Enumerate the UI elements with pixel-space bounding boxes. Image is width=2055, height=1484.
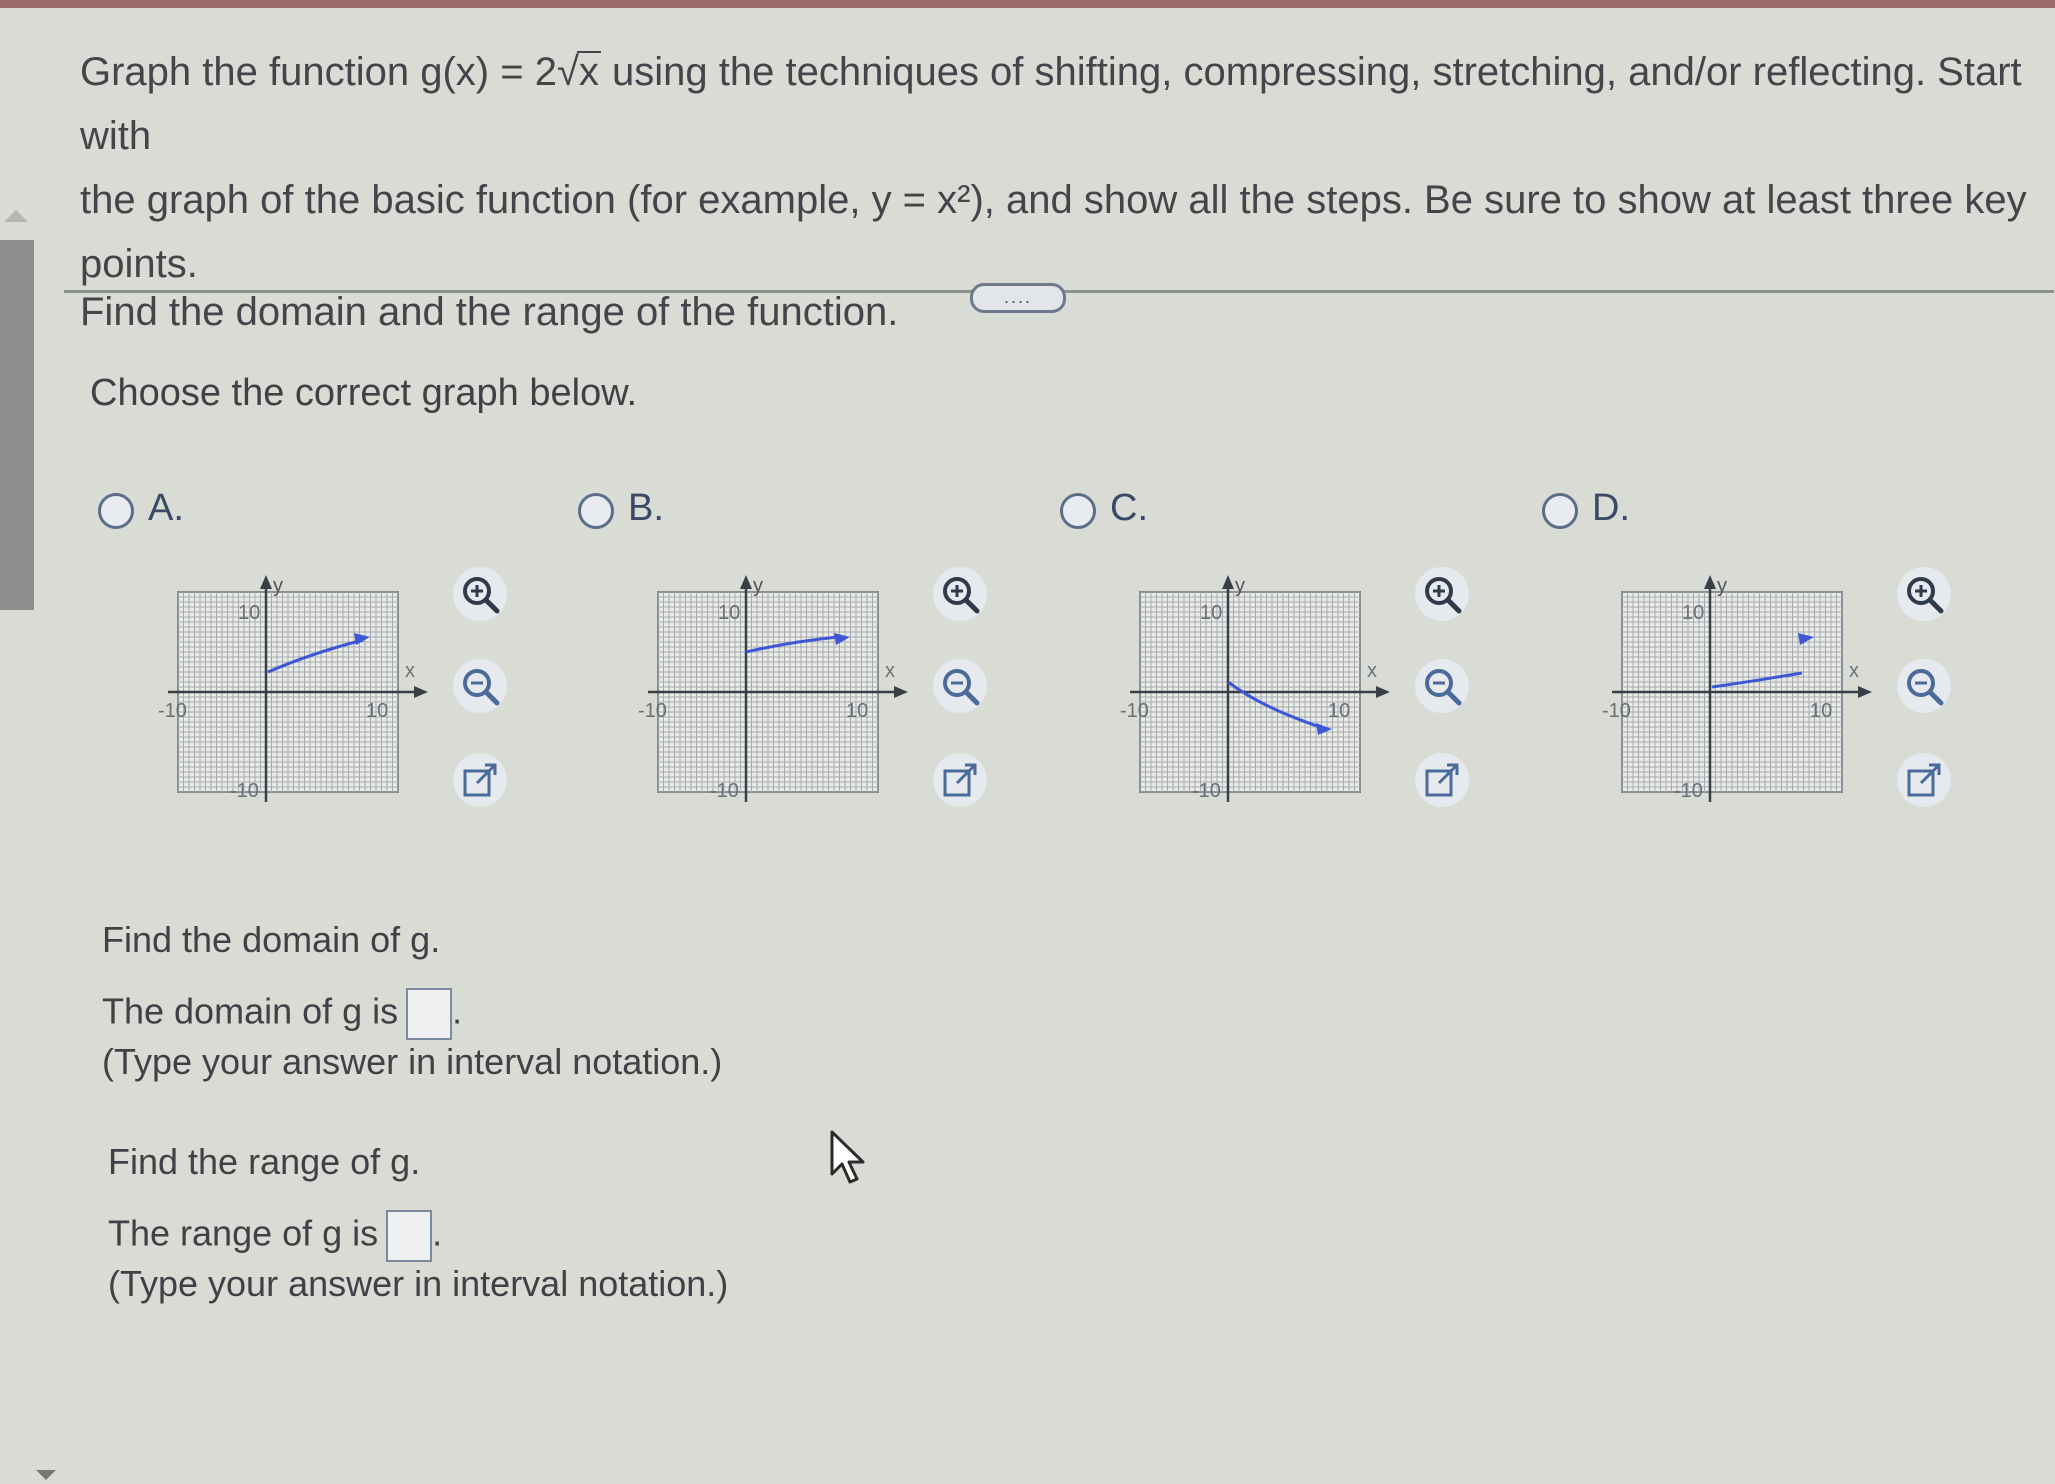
- zoom-in-icon[interactable]: [933, 567, 987, 621]
- range-text: The range of g is: [108, 1212, 379, 1254]
- domain-heading: Find the domain of g.: [102, 919, 441, 960]
- range-section: Find the range of g. The range of g is. …: [108, 1141, 729, 1304]
- domain-hint: (Type your answer in interval notation.): [102, 1041, 723, 1082]
- open-new-window-icon[interactable]: [1415, 753, 1469, 807]
- graph-tools: [1897, 567, 1957, 827]
- question-line2: the graph of the basic function (for exa…: [80, 178, 2027, 286]
- x-tick-left: -10: [158, 700, 187, 722]
- sqrt-icon: √: [556, 50, 579, 94]
- range-hint: (Type your answer in interval notation.): [108, 1263, 729, 1304]
- graph-b: y 10 -10 x 10 -10: [638, 567, 938, 827]
- y-tick-bottom: -10: [1674, 780, 1703, 802]
- zoom-out-icon[interactable]: [1415, 659, 1469, 713]
- y-tick-bottom: -10: [710, 780, 739, 802]
- y-tick-top: 10: [1200, 602, 1222, 624]
- range-answer-input[interactable]: [386, 1210, 433, 1262]
- y-tick-top: 10: [1682, 602, 1704, 624]
- graph-d: y 10 -10 x 10 -10: [1602, 567, 1902, 827]
- x-tick-left: -10: [1602, 700, 1631, 722]
- option-label: C.: [1110, 487, 1148, 529]
- radio-icon[interactable]: [1542, 493, 1578, 529]
- radio-icon[interactable]: [98, 493, 134, 529]
- option-a[interactable]: A. y 10 -10 x 10 -10: [98, 487, 518, 847]
- domain-text: The domain of g is: [102, 990, 399, 1032]
- x-axis-label: x: [1367, 660, 1377, 682]
- zoom-in-icon[interactable]: [1415, 567, 1469, 621]
- y-tick-bottom: -10: [1192, 780, 1221, 802]
- open-new-window-icon[interactable]: [933, 753, 987, 807]
- option-label: B.: [628, 487, 664, 529]
- zoom-in-icon[interactable]: [453, 567, 507, 621]
- graph-a: y 10 -10 x 10 -10: [158, 567, 458, 827]
- y-tick-bottom: -10: [230, 780, 259, 802]
- zoom-out-icon[interactable]: [453, 659, 507, 713]
- option-label: D.: [1592, 487, 1630, 529]
- scroll-down-icon[interactable]: [36, 1470, 56, 1480]
- range-heading: Find the range of g.: [108, 1141, 421, 1182]
- y-tick-top: 10: [238, 602, 260, 624]
- option-b[interactable]: B. y 10 -10 x 10 -10: [578, 487, 998, 847]
- x-tick-right: 10: [1328, 700, 1350, 722]
- cursor-icon: [830, 1130, 865, 1184]
- graph-c: y 10 -10 x 10 -10: [1120, 567, 1420, 827]
- x-axis-label: x: [885, 660, 895, 682]
- radicand: x: [576, 50, 601, 94]
- y-axis-label: y: [273, 575, 283, 597]
- x-tick-right: 10: [1810, 700, 1832, 722]
- domain-section: Find the domain of g. The domain of g is…: [102, 919, 723, 1082]
- graph-tools: [933, 567, 993, 827]
- x-tick-left: -10: [638, 700, 667, 722]
- graph-tools: [453, 567, 513, 827]
- y-axis-label: y: [753, 575, 763, 597]
- scroll-up-icon[interactable]: [4, 210, 28, 222]
- radio-icon[interactable]: [578, 493, 614, 529]
- zoom-out-icon[interactable]: [933, 659, 987, 713]
- option-c[interactable]: C. y 10 -10 x 10 -10: [1060, 487, 1480, 847]
- open-new-window-icon[interactable]: [1897, 753, 1951, 807]
- zoom-in-icon[interactable]: [1897, 567, 1951, 621]
- x-tick-right: 10: [846, 700, 868, 722]
- y-axis-label: y: [1717, 575, 1727, 597]
- y-tick-top: 10: [718, 602, 740, 624]
- top-bar: [0, 0, 2055, 8]
- choose-graph-prompt: Choose the correct graph below.: [90, 372, 638, 414]
- question-line1-a: Graph the function g(x) = 2: [80, 50, 557, 94]
- domain-answer-input[interactable]: [406, 988, 453, 1040]
- expand-more-button[interactable]: ....: [970, 283, 1066, 313]
- x-tick-right: 10: [366, 700, 388, 722]
- left-scrollbar[interactable]: [0, 240, 34, 610]
- option-label: A.: [148, 487, 184, 529]
- graph-tools: [1415, 567, 1475, 827]
- x-tick-left: -10: [1120, 700, 1149, 722]
- x-axis-label: x: [1849, 660, 1859, 682]
- open-new-window-icon[interactable]: [453, 753, 507, 807]
- zoom-out-icon[interactable]: [1897, 659, 1951, 713]
- radio-icon[interactable]: [1060, 493, 1096, 529]
- option-d[interactable]: D. y 10 -10 x 10 -10: [1542, 487, 1962, 847]
- y-axis-label: y: [1235, 575, 1245, 597]
- x-axis-label: x: [405, 660, 415, 682]
